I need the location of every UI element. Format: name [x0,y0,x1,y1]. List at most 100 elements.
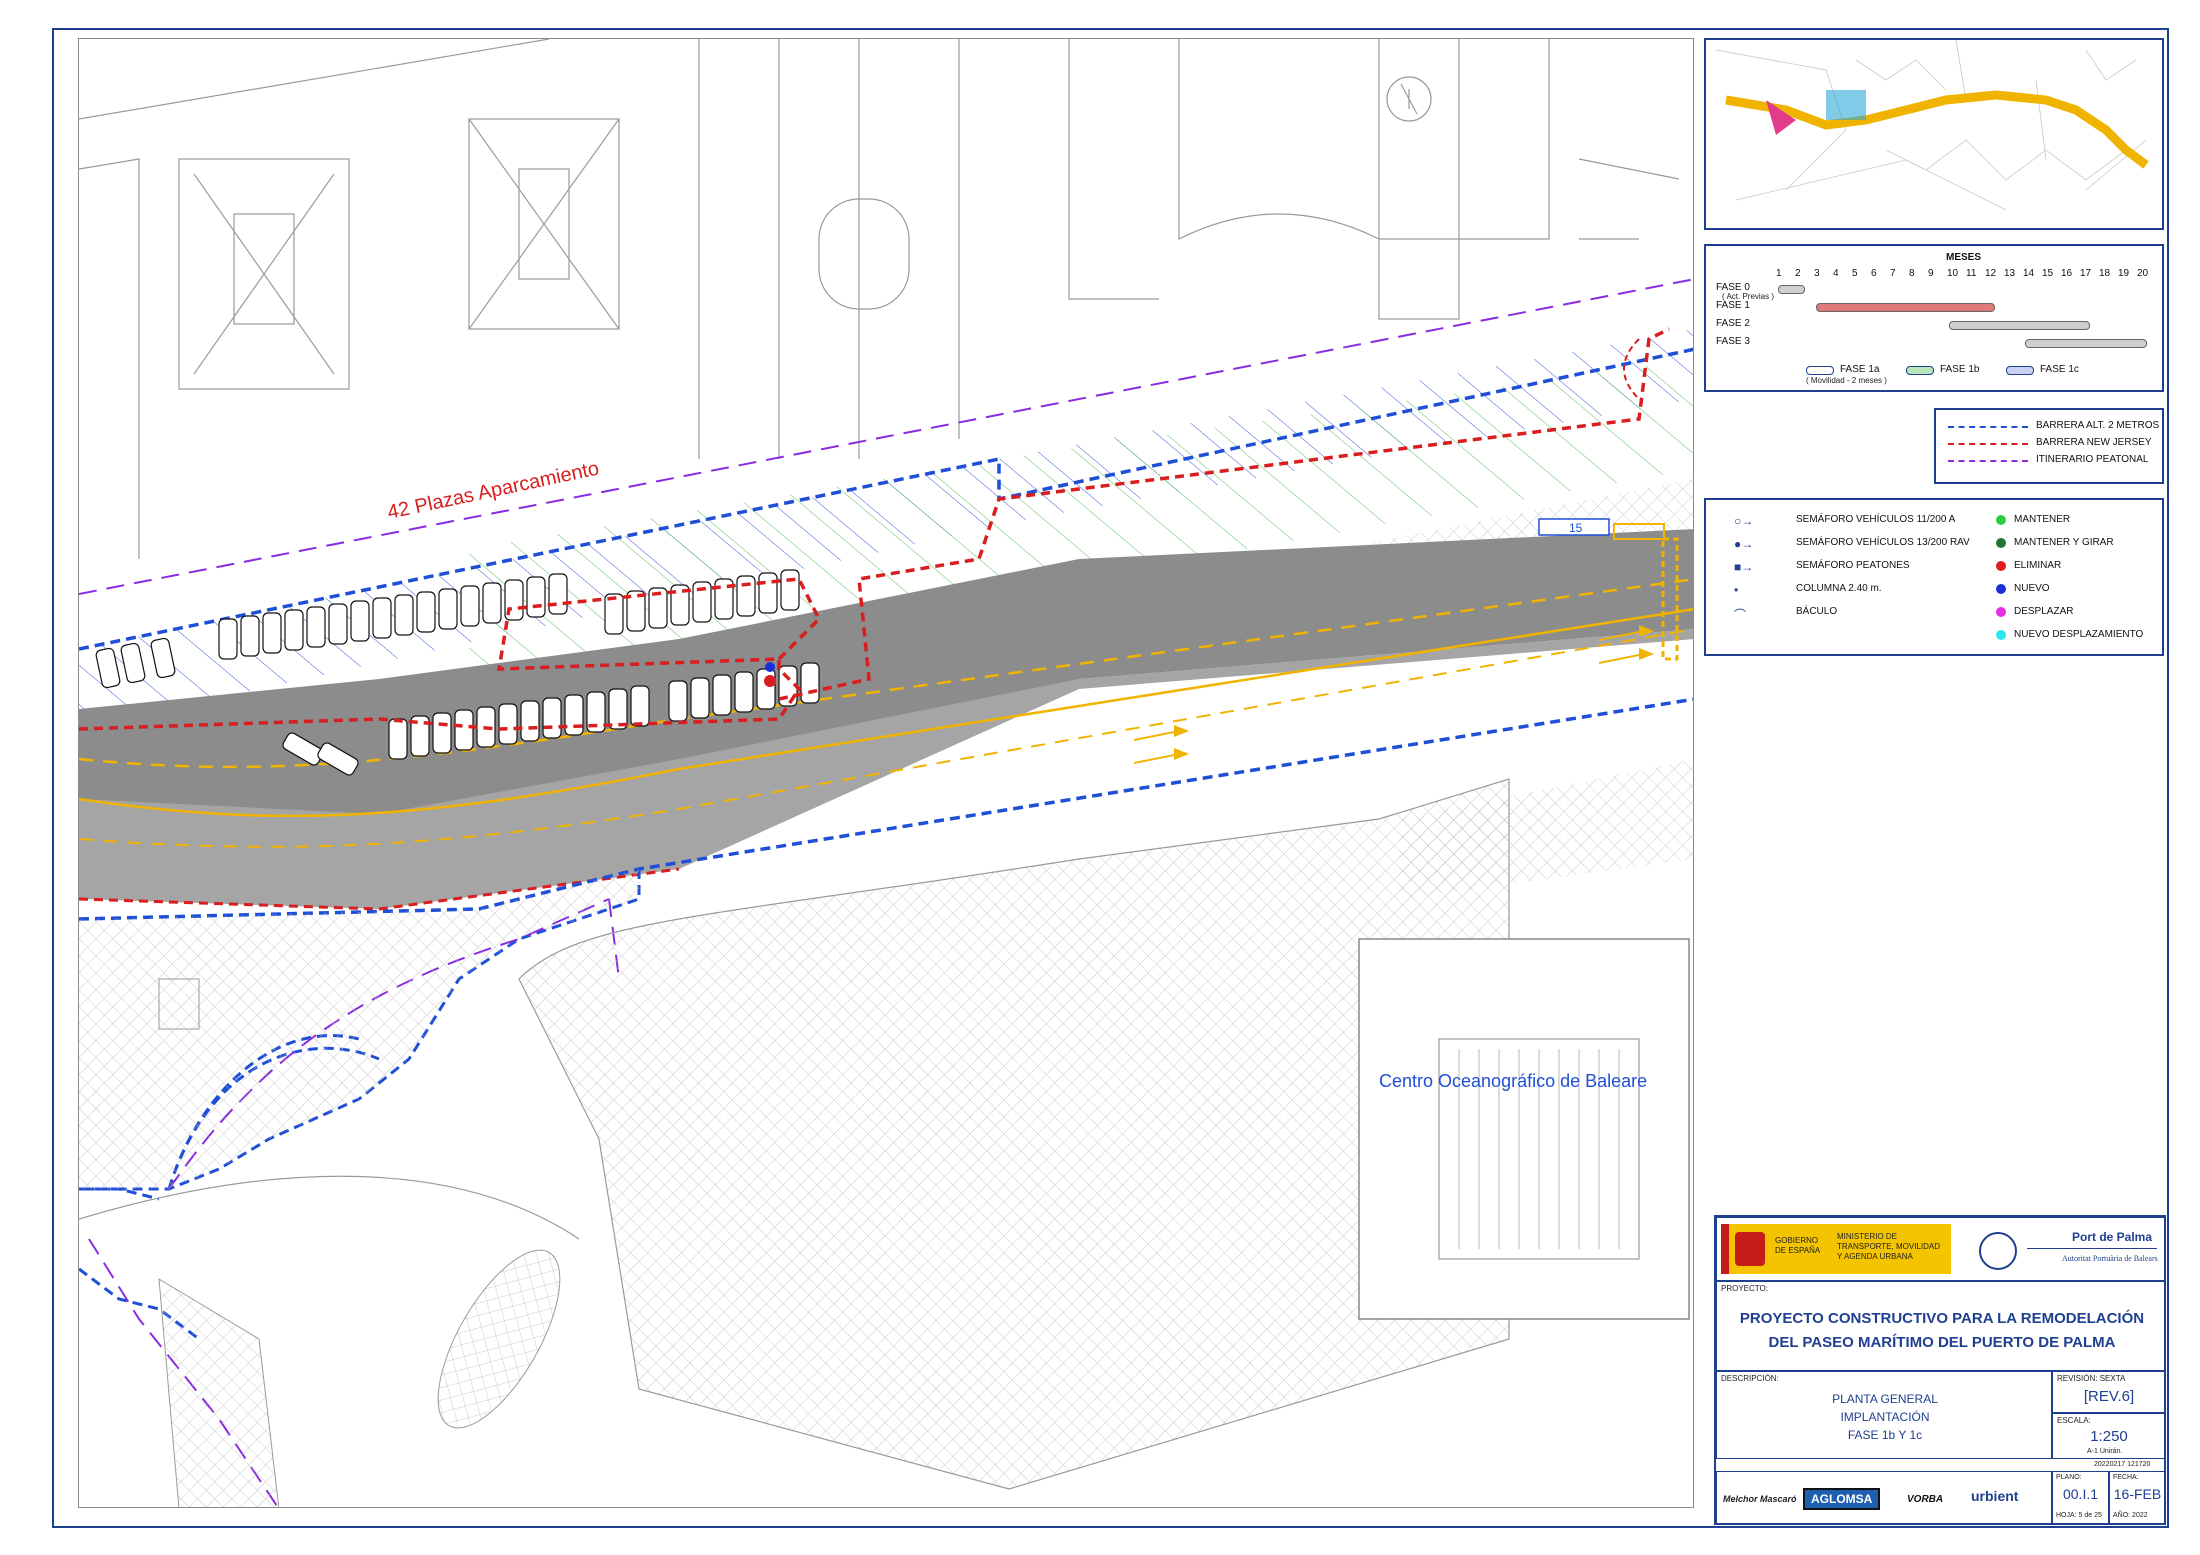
schedule-title: MESES [1946,252,1982,263]
pedestrian-light-icon: ■→ [1734,560,1754,574]
phase-bar [1949,321,2090,330]
traffic-light-open-icon: ○→ [1734,514,1754,528]
month-label: 7 [1890,268,1896,279]
location-minimap[interactable] [1704,38,2164,230]
main-plan-map[interactable]: 15 42 Plazas Aparcamiento Centro Oceanog… [78,38,1694,1508]
month-label: 8 [1909,268,1915,279]
minimap-svg [1706,40,2162,228]
rev-value: [REV.6] [2083,1388,2135,1405]
gov-line2: DE ESPAÑA [1775,1246,1821,1255]
description-cell: DESCRIPCIÓN: PLANTA GENERAL IMPLANTACIÓN… [1716,1371,2052,1459]
line-legend-label: ITINERARIO PEATONAL [2036,454,2149,465]
phase-legend-label: FASE 1b [1940,364,1980,375]
state-label: NUEVO DESPLAZAMIENTO [2014,629,2144,640]
lamp-post-icon: ⌒ [1734,608,1747,622]
company-vorba: VORBA [1907,1494,1944,1505]
month-label: 10 [1947,268,1959,279]
symbol-legend-label: SEMÁFORO VEHÍCULOS 13/200 RAV [1796,537,1970,548]
plan-svg: 15 42 Plazas Aparcamiento Centro Oceanog… [79,39,1693,1507]
project-label: PROYECTO: [1721,1284,1768,1293]
month-header: 1 2 3 4 5 6 7 8 9 10 11 12 13 14 15 16 17 18 19 20 [1776,268,2156,280]
traffic-light-filled-icon: ●→ [1734,537,1754,551]
scale-value: 1:250 [2090,1428,2128,1445]
month-label: 11 [1966,268,1977,279]
phase-bar [2025,339,2147,348]
plano-cell: PLANO: 00.I.1 HOJA: 5 de 25 [2052,1471,2109,1525]
fecha-label: FECHA: [2113,1474,2139,1481]
month-label: 6 [1871,268,1877,279]
state-label: ELIMINAR [2014,560,2062,571]
plano-value: 00.I.1 [2062,1486,2099,1502]
hoja: HOJA: 5 de 25 [2056,1512,2102,1519]
month-label: 5 [1852,268,1858,279]
month-label: 3 [1814,268,1820,279]
signal-nuevo-icon[interactable] [765,662,775,672]
state-label: MANTENER [2014,514,2071,525]
phase-label: FASE 1 [1716,300,1750,311]
month-label: 16 [2061,268,2073,279]
month-label: 1 [1776,268,1782,279]
state-label: NUEVO [2014,583,2050,594]
fecha-cell: FECHA: 16-FEB AÑO: 2022 [2109,1471,2166,1525]
symbol-legend-label: SEMÁFORO VEHÍCULOS 11/200 A [1796,514,1956,525]
file-ref: 20220217 121720 [2094,1461,2151,1468]
scale-cell: ESCALA: 1:250 A-1 Unirán. [2052,1413,2166,1459]
phase-legend-label: FASE 1a [1840,364,1880,375]
company-melchor: Melchor Mascaró [1723,1494,1797,1504]
state-dot-icon [1996,630,2006,640]
phase-schedule: MESES 1 2 3 4 5 6 7 8 9 10 11 12 13 14 15 16 17 18 19 20 FA… [1704,244,2164,392]
state-label: MANTENER Y GIRAR [2014,537,2114,548]
project-cell: PROYECTO: PROYECTO CONSTRUCTIVO PARA LA … [1716,1281,2166,1371]
phase-legend-swatch [2006,366,2034,375]
state-dot-icon [1996,584,2006,594]
month-label: 12 [1985,268,1997,279]
logos-row: GOBIERNO DE ESPAÑA MINISTERIO DE TRANSPO… [1716,1217,2166,1281]
line-legend-label: BARRERA ALT. 2 METROS [2036,420,2160,431]
scale-label: ESCALA: [2057,1416,2091,1425]
symbol-legend: ○→ SEMÁFORO VEHÍCULOS 11/200 A ●→ SEMÁFORO … [1704,498,2164,656]
oceanographic-label: Centro Oceanográfico de Baleare [1379,1071,1647,1091]
month-label: 9 [1928,268,1934,279]
port-logo-icon [1979,1232,2017,1270]
line-legend-swatch [1948,460,2028,462]
month-label: 4 [1833,268,1839,279]
port-sub: Autoritat Portuària de Balears [2062,1254,2158,1263]
phase-legend-sub: ( Movilidad - 2 meses ) [1806,376,1887,385]
state-label: DESPLAZAR [2014,606,2074,617]
month-label: 19 [2118,268,2130,279]
company-aglomsa: AGLOMSA [1803,1488,1881,1510]
desc-1: PLANTA GENERAL [1832,1392,1938,1406]
symbol-legend-label: SEMÁFORO PEATONES [1796,560,1910,571]
month-label: 13 [2004,268,2016,279]
marker-15-text: 15 [1569,521,1583,535]
phase-legend: FASE 1a( Movilidad - 2 meses ) FASE 1b FAS… [1806,364,2146,390]
line-legend-swatch [1948,443,2028,445]
plano-label: PLANO: [2056,1474,2082,1481]
month-label: 17 [2080,268,2092,279]
line-legend-label: BARRERA NEW JERSEY [2036,437,2152,448]
phase-label: FASE 2 [1716,318,1750,329]
rev-word: SEXTA [2099,1374,2126,1383]
desc-label: DESCRIPCIÓN: [1721,1374,1779,1383]
rev-label: REVISIÓN: [2057,1374,2098,1383]
line-legend-swatch [1948,426,2028,428]
month-label: 14 [2023,268,2035,279]
phase-bar [1778,285,1805,294]
ministry-text: MINISTERIO DE TRANSPORTE, MOVILIDAD Y AG… [1837,1232,1940,1261]
month-label: 15 [2042,268,2054,279]
phase-bar [1816,303,1995,312]
month-label: 20 [2137,268,2149,279]
signal-eliminar-icon[interactable] [764,675,776,687]
fecha-value: 16-FEB [2113,1486,2162,1502]
phase-legend-swatch [1906,366,1934,375]
project-title-2: DEL PASEO MARÍTIMO DEL PUERTO DE PALMA [1768,1334,2116,1351]
anio: AÑO: 2022 [2113,1512,2148,1519]
title-block: GOBIERNO DE ESPAÑA MINISTERIO DE TRANSPO… [1714,1215,2166,1525]
desc-3: FASE 1b Y 1c [1847,1428,1923,1442]
month-label: 18 [2099,268,2111,279]
symbol-legend-label: COLUMNA 2.40 m. [1796,583,1882,594]
phase-label: FASE 3 [1716,336,1750,347]
phase-rows: FASE 0( Act. Previas ) FASE 1 FASE 2 FASE 3 [1706,282,2166,348]
phase-legend-swatch [1806,366,1834,375]
phase-legend-label: FASE 1c [2040,364,2079,375]
